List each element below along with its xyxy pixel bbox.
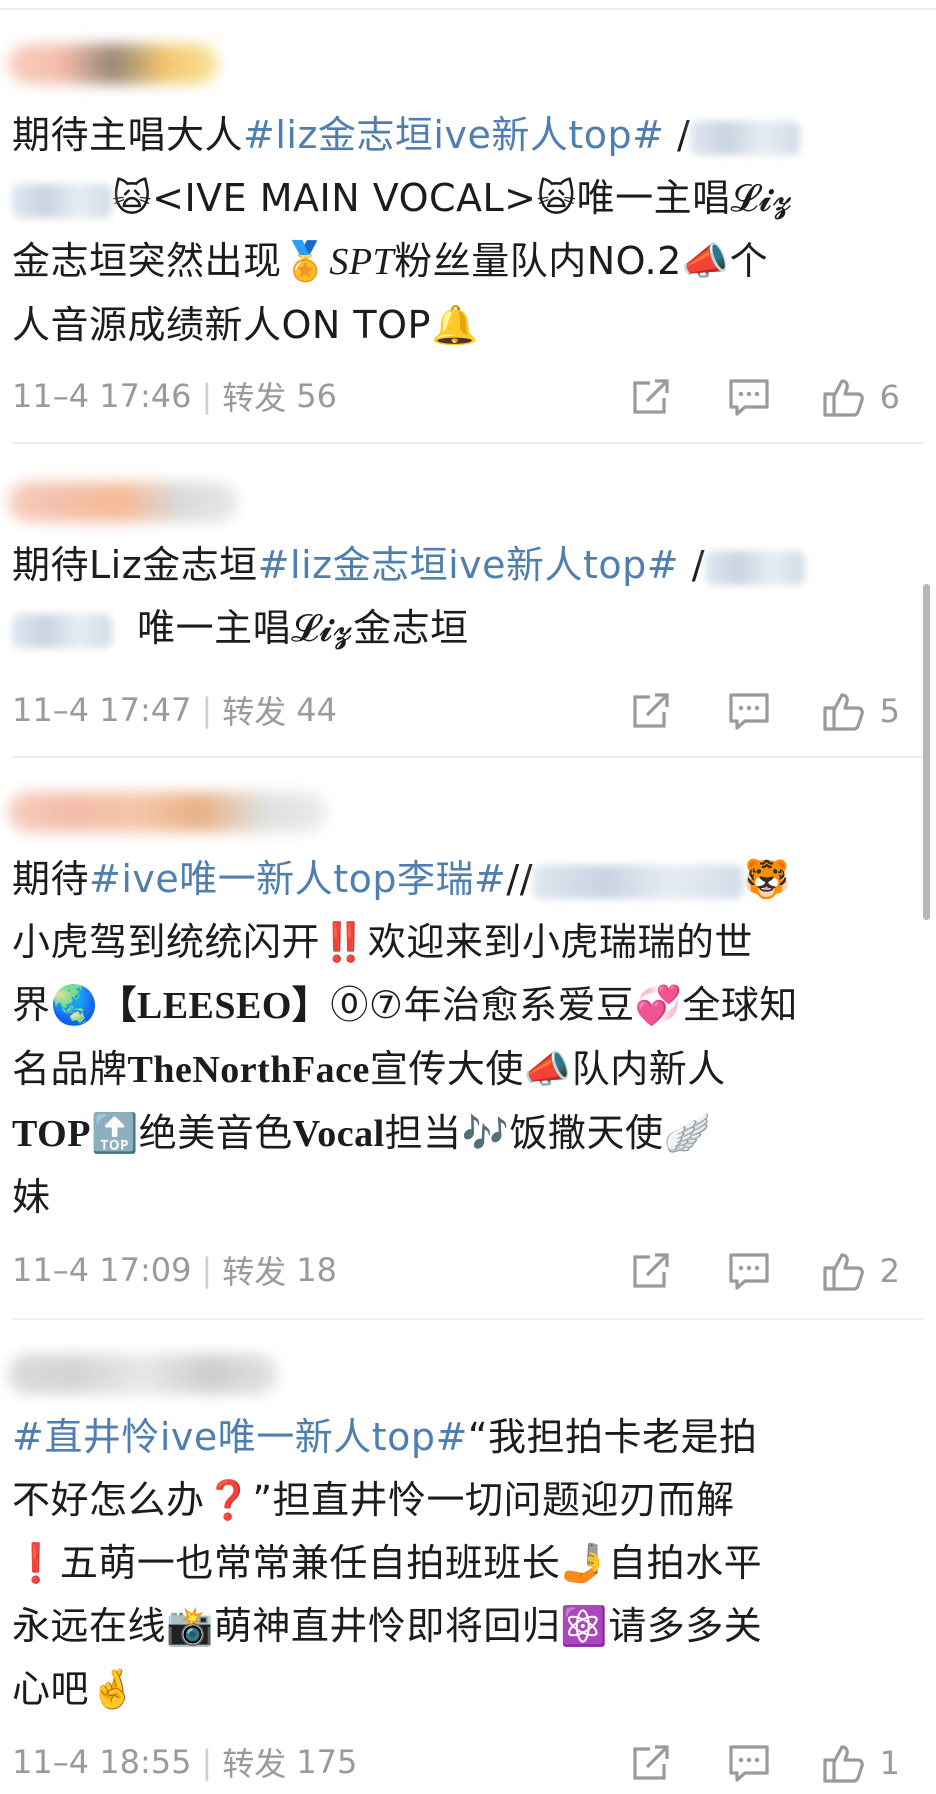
separator: |: [201, 377, 213, 415]
topic-link[interactable]: #liz金志垣ive新人top#: [258, 543, 679, 587]
megaphone-emoji: 📣: [523, 1047, 572, 1091]
screaming-cat-emoji: 🙀: [112, 176, 153, 220]
megaphone-emoji: 📣: [681, 239, 730, 283]
action-bar: 6: [578, 372, 900, 422]
comment-text: 期待#ive唯一新人top李瑞#//🐯 小虎驾到统统闪开‼️欢迎来到小虎瑞瑞的世…: [12, 857, 798, 1219]
timestamp: 11–4 17:09: [12, 1251, 192, 1289]
music-notes-emoji: 🎶: [461, 1111, 510, 1155]
repost-count: 175: [296, 1743, 358, 1781]
repost-count: 44: [296, 691, 337, 729]
divider: [12, 756, 924, 758]
like-button[interactable]: 2: [822, 1250, 900, 1292]
blurred-username: [8, 792, 328, 832]
blurred-username: [8, 44, 218, 84]
comment-meta: 11–4 17:09 | 转发 18: [12, 1248, 337, 1292]
crossed-fingers-emoji: 🤞: [89, 1667, 137, 1711]
comment-meta: 11–4 17:46 | 转发 56: [12, 374, 337, 418]
like-button[interactable]: 5: [822, 690, 900, 732]
timestamp: 11–4 18:55: [12, 1743, 192, 1781]
like-count: 2: [879, 1252, 900, 1290]
comment-text: 期待主唱大人#liz金志垣ive新人top# / 🙀<IVE MAIN VOCA…: [12, 104, 902, 357]
repost-label: 转发: [222, 693, 287, 731]
share-icon[interactable]: [626, 372, 676, 422]
blurred-mention: [12, 613, 112, 648]
screaming-cat-emoji: 🙀: [536, 176, 577, 220]
comment-text: #直井怜ive唯一新人top#“我担拍卡老是拍 不好怎么办❓”担直井怜一切问题迎…: [12, 1415, 763, 1711]
bell-emoji: 🔔: [430, 303, 479, 347]
action-bar: 1: [578, 1738, 900, 1788]
separator: |: [201, 1743, 213, 1781]
thumbs-up-icon: [823, 379, 864, 417]
blurred-mention: [705, 550, 806, 585]
thumbs-up-icon: [823, 1253, 864, 1291]
like-button[interactable]: 6: [822, 376, 900, 418]
timestamp: 11–4 17:46: [12, 377, 192, 415]
comment-icon[interactable]: [724, 372, 774, 422]
repost-count: 56: [296, 377, 337, 415]
divider: [12, 442, 924, 444]
comment-icon[interactable]: [724, 686, 774, 736]
comment-meta: 11–4 17:47 | 转发 44: [12, 688, 337, 732]
repost-label: 转发: [222, 379, 287, 417]
timestamp: 11–4 17:47: [12, 691, 192, 729]
comment-icon[interactable]: [724, 1738, 774, 1788]
blurred-mention: [690, 120, 801, 155]
action-bar: 5: [578, 686, 900, 736]
scrollbar[interactable]: [923, 584, 930, 920]
thumbs-up-icon: [823, 693, 864, 731]
repost-count: 18: [296, 1251, 337, 1289]
double-exclamation-emoji: ‼️: [320, 920, 368, 964]
thumbs-up-icon: [823, 1745, 864, 1783]
comment-text: 期待Liz金志垣#liz金志垣ive新人top# / 唯一主唱𝓛𝓲𝔃金志垣: [12, 534, 902, 660]
exclamation-emoji: ❗: [12, 1541, 60, 1585]
atom-emoji: ⚛️: [560, 1604, 609, 1648]
repost-label: 转发: [222, 1745, 287, 1783]
tiger-emoji: 🐯: [743, 857, 791, 901]
question-mark-emoji: ❓: [204, 1478, 253, 1522]
divider: [12, 1318, 924, 1320]
share-icon[interactable]: [626, 1738, 676, 1788]
hearts-emoji: 💞: [634, 983, 683, 1027]
topic-link[interactable]: #ive唯一新人top李瑞#: [89, 857, 506, 901]
repost-label: 转发: [222, 1253, 287, 1291]
wing-emoji: 🪽: [663, 1111, 712, 1155]
blurred-mention: [533, 864, 743, 899]
share-icon[interactable]: [626, 686, 676, 736]
top-divider: [0, 8, 936, 10]
share-icon[interactable]: [626, 1246, 676, 1296]
blurred-mention: [12, 183, 112, 218]
action-bar: 2: [578, 1246, 900, 1296]
selfie-emoji: 🤳: [560, 1541, 609, 1585]
medal-emoji: 🏅: [281, 239, 330, 283]
camera-flash-emoji: 📸: [166, 1604, 214, 1648]
like-count: 5: [879, 692, 900, 730]
like-count: 6: [879, 378, 900, 416]
like-button[interactable]: 1: [822, 1742, 900, 1784]
blurred-username: [8, 1354, 278, 1394]
comment-icon[interactable]: [724, 1246, 774, 1296]
globe-emoji: 🌏: [50, 983, 99, 1027]
separator: |: [201, 1251, 213, 1289]
topic-link[interactable]: #liz金志垣ive新人top#: [243, 113, 664, 157]
blurred-username: [8, 482, 238, 522]
separator: |: [201, 691, 213, 729]
topic-link[interactable]: #直井怜ive唯一新人top#: [12, 1415, 468, 1459]
top-arrow-emoji: 🔝: [90, 1111, 139, 1155]
like-count: 1: [879, 1744, 900, 1782]
comment-meta: 11–4 18:55 | 转发 175: [12, 1740, 357, 1784]
